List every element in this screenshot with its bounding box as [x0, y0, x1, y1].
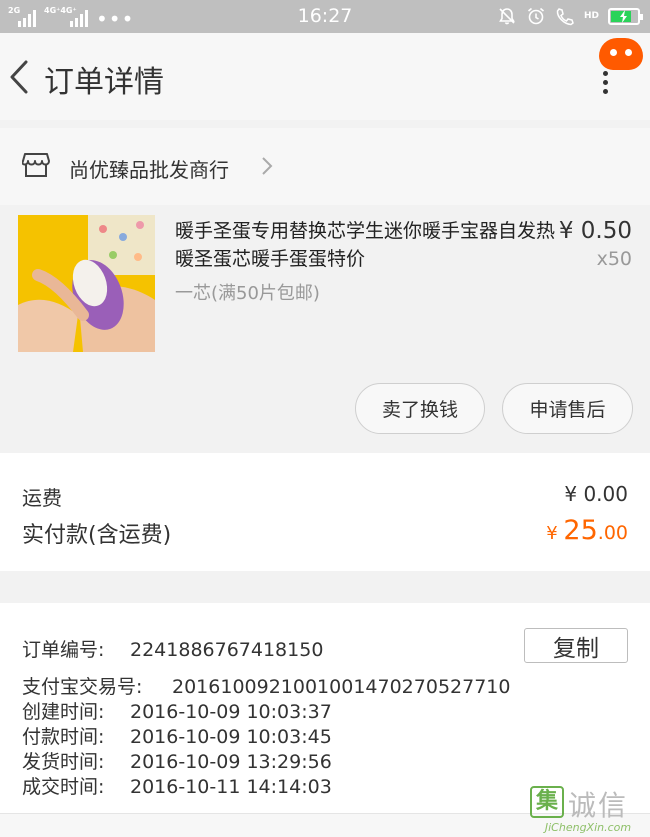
alarm-clock-icon	[527, 7, 544, 25]
order-info: 订单编号: 2241886767418150 复制 支付宝交易号: 20161009…	[0, 603, 650, 813]
shipping-value: ¥ 0.00	[564, 482, 628, 506]
watermark: 集 诚信 JiChengXin.com	[530, 786, 646, 836]
battery-icon	[608, 7, 643, 25]
store-name[interactable]: 尚优臻品批发商行	[69, 154, 229, 183]
chevron-right-icon	[262, 157, 273, 175]
payment-summary: 运费 ¥ 0.00 实付款(含运费) ¥ 25.00	[0, 453, 650, 571]
shipping-label: 运费	[22, 486, 62, 510]
alipay-trade-row: 支付宝交易号: 2016100921001001470270527710	[22, 676, 511, 698]
hd-call-icon	[556, 8, 574, 26]
watermark-name: 诚信	[568, 789, 629, 822]
store-icon	[22, 153, 50, 177]
back-arrow-icon[interactable]	[6, 57, 34, 97]
product-thumbnail[interactable]	[18, 215, 155, 352]
nav-bar: 订单详情	[0, 33, 650, 120]
page-title: 订单详情	[44, 65, 164, 100]
more-menu-icon[interactable]	[601, 71, 611, 94]
completed-time-row: 成交时间: 2016-10-11 14:14:03	[22, 776, 332, 798]
watermark-logo: 集	[530, 786, 564, 818]
product-quantity: x50	[596, 248, 632, 270]
copy-button[interactable]: 复制	[524, 628, 628, 663]
paid-time-row: 付款时间: 2016-10-09 10:03:45	[22, 726, 332, 748]
created-time-row: 创建时间: 2016-10-09 10:03:37	[22, 701, 332, 723]
watermark-url: JiChengXin.com	[544, 821, 632, 834]
silent-bell-icon	[499, 8, 515, 25]
paid-amount: ¥ 25.00	[546, 515, 628, 546]
mascot-avatar-icon[interactable]	[599, 38, 643, 70]
paid-label: 实付款(含运费)	[22, 523, 172, 548]
after-sale-button[interactable]: 申请售后	[502, 383, 633, 434]
product-card[interactable]: 暖手圣蛋专用替换芯学生迷你暖手宝器自发热暖圣蛋芯暖手蛋蛋特价 一芯(满50片包邮…	[0, 205, 650, 453]
status-bar: 2G 4G⁺4G⁺ ••• 16:27 HD	[0, 0, 650, 33]
sell-button[interactable]: 卖了换钱	[355, 383, 485, 434]
order-number-row: 订单编号: 2241886767418150	[22, 639, 324, 661]
shipped-time-row: 发货时间: 2016-10-09 13:29:56	[22, 751, 332, 773]
product-sku: 一芯(满50片包邮)	[175, 283, 320, 304]
product-price: ¥ 0.50	[558, 218, 632, 244]
product-title[interactable]: 暖手圣蛋专用替换芯学生迷你暖手宝器自发热暖圣蛋芯暖手蛋蛋特价	[175, 217, 555, 273]
store-row[interactable]: 尚优臻品批发商行	[0, 128, 650, 205]
charging-bolt-icon	[620, 9, 627, 23]
